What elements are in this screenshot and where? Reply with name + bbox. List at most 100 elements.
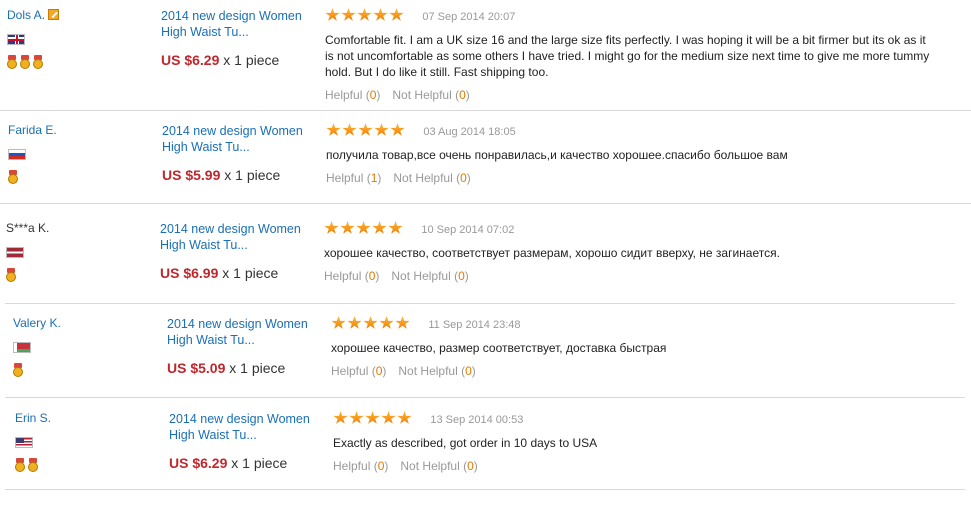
review-text: Comfortable fit. I am a UK size 16 and t… [325, 33, 930, 79]
star-icon [326, 123, 341, 136]
review-date: 11 Sep 2014 23:48 [428, 318, 521, 331]
review-body: 10 Sep 2014 07:02 хорошее качество, соот… [324, 221, 954, 283]
reviewer-info: S***a K. [6, 221, 49, 284]
review-text: хорошее качество, соответствует размерам… [324, 246, 780, 260]
medal-icon [15, 458, 25, 472]
star-rating [326, 123, 406, 140]
review-text: хорошее качество, размер соответствует, … [331, 341, 667, 355]
product-info: 2014 new design Women High Waist Tu... US… [162, 123, 312, 183]
review-date: 10 Sep 2014 07:02 [421, 223, 515, 236]
product-info: 2014 new design Women High Waist Tu... US… [167, 316, 317, 376]
divider [5, 489, 965, 490]
product-link[interactable]: 2014 new design Women High Waist Tu... [167, 316, 317, 348]
not-helpful-button[interactable]: Not Helpful (0) [393, 171, 470, 185]
star-rating [325, 8, 405, 25]
helpful-button[interactable]: Helpful (0) [333, 459, 388, 473]
reviewer-name[interactable]: Dols A. [7, 8, 45, 22]
medal-badges [15, 458, 51, 474]
product-info: 2014 new design Women High Waist Tu... US… [161, 8, 311, 68]
review-date: 03 Aug 2014 18:05 [423, 125, 516, 138]
product-link[interactable]: 2014 new design Women High Waist Tu... [162, 123, 312, 155]
flag-by-icon [13, 342, 31, 353]
medal-icon [20, 55, 30, 69]
reviewer-info: Valery K. [13, 316, 61, 379]
star-icon [333, 411, 348, 424]
star-icon [373, 8, 388, 21]
reviewer-info: Farida E. [8, 123, 57, 186]
reviewer-name[interactable]: S***a K. [6, 221, 49, 235]
helpful-votes: Helpful (0) Not Helpful (0) [324, 269, 954, 283]
price-line: US $6.29 x 1 piece [161, 52, 311, 68]
helpful-button[interactable]: Helpful (0) [324, 269, 379, 283]
star-icon [363, 316, 378, 329]
star-icon [342, 123, 357, 136]
quantity: x 1 piece [231, 455, 288, 471]
star-rating [333, 411, 413, 428]
price: US $6.29 [161, 52, 220, 68]
product-link[interactable]: 2014 new design Women High Waist Tu... [160, 221, 310, 253]
price: US $5.99 [162, 167, 221, 183]
medal-badges [8, 170, 57, 186]
medal-badges [13, 363, 61, 379]
flag-us-icon [15, 437, 33, 448]
price-line: US $6.99 x 1 piece [160, 265, 310, 281]
helpful-button[interactable]: Helpful (0) [325, 88, 380, 102]
star-icon [331, 316, 346, 329]
price-line: US $5.09 x 1 piece [167, 360, 317, 376]
reviewer-info: Dols A. [7, 8, 60, 71]
star-icon [358, 123, 373, 136]
price: US $6.99 [160, 265, 219, 281]
medal-badges [7, 55, 59, 71]
review-body: 07 Sep 2014 20:07 Comfortable fit. I am … [325, 8, 955, 102]
star-icon [379, 316, 394, 329]
helpful-votes: Helpful (0) Not Helpful (0) [333, 459, 963, 473]
star-icon [372, 221, 387, 234]
not-helpful-button[interactable]: Not Helpful (0) [392, 88, 469, 102]
star-icon [325, 8, 340, 21]
divider [5, 303, 955, 304]
review-date: 13 Sep 2014 00:53 [430, 413, 524, 426]
product-link[interactable]: 2014 new design Women High Waist Tu... [169, 411, 319, 443]
reviewer-name[interactable]: Farida E. [8, 123, 57, 137]
medal-icon [13, 363, 23, 377]
divider [0, 110, 971, 111]
product-info: 2014 new design Women High Waist Tu... US… [169, 411, 319, 471]
review-body: 03 Aug 2014 18:05 получила товар,все оче… [326, 123, 956, 185]
medal-icon [8, 170, 18, 184]
product-link[interactable]: 2014 new design Women High Waist Tu... [161, 8, 311, 40]
review-body: 13 Sep 2014 00:53 Exactly as described, … [333, 411, 963, 473]
price-line: US $5.99 x 1 piece [162, 167, 312, 183]
star-icon [341, 8, 356, 21]
star-rating [324, 221, 404, 238]
product-info: 2014 new design Women High Waist Tu... US… [160, 221, 310, 281]
medal-icon [28, 458, 38, 472]
review-body: 11 Sep 2014 23:48 хорошее качество, разм… [331, 316, 961, 378]
helpful-votes: Helpful (0) Not Helpful (0) [325, 88, 955, 102]
quantity: x 1 piece [229, 360, 286, 376]
reviewer-name[interactable]: Erin S. [15, 411, 51, 425]
not-helpful-button[interactable]: Not Helpful (0) [391, 269, 468, 283]
star-icon [381, 411, 396, 424]
star-icon [340, 221, 355, 234]
review-date: 07 Sep 2014 20:07 [422, 10, 516, 23]
star-icon [395, 316, 410, 329]
reviewer-name[interactable]: Valery K. [13, 316, 61, 330]
edit-icon [48, 9, 60, 20]
medal-icon [7, 55, 17, 69]
star-icon [324, 221, 339, 234]
star-icon [374, 123, 389, 136]
star-icon [388, 221, 403, 234]
not-helpful-button[interactable]: Not Helpful (0) [400, 459, 477, 473]
star-icon [349, 411, 364, 424]
helpful-button[interactable]: Helpful (0) [331, 364, 386, 378]
star-rating [331, 316, 411, 333]
review-text: Exactly as described, got order in 10 da… [333, 436, 598, 450]
star-icon [390, 123, 405, 136]
helpful-button[interactable]: Helpful (1) [326, 171, 381, 185]
star-icon [389, 8, 404, 21]
star-icon [347, 316, 362, 329]
not-helpful-button[interactable]: Not Helpful (0) [398, 364, 475, 378]
medal-icon [6, 268, 16, 282]
quantity: x 1 piece [222, 265, 279, 281]
flag-gb-icon [7, 34, 25, 45]
